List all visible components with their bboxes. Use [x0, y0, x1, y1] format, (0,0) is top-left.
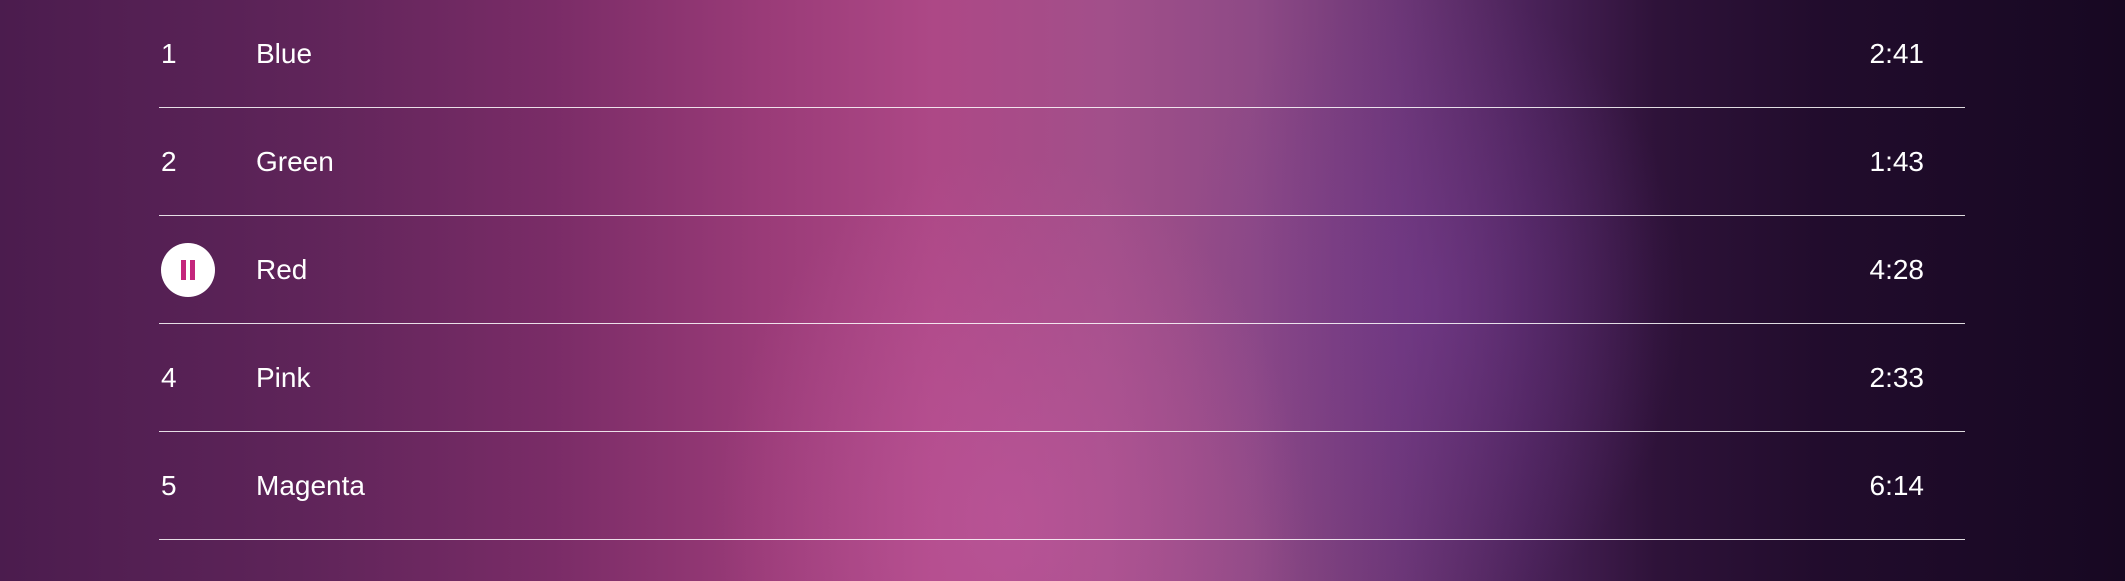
- track-row[interactable]: 5 Magenta 6:14: [159, 432, 1965, 540]
- track-number: 1: [161, 37, 177, 69]
- track-title: Magenta: [256, 469, 365, 501]
- track-duration: 1:43: [1869, 145, 1925, 177]
- track-row-playing[interactable]: Red 4:28: [159, 216, 1965, 324]
- track-row[interactable]: 4 Pink 2:33: [159, 324, 1965, 432]
- track-duration: 2:41: [1869, 37, 1925, 69]
- pause-icon: [181, 259, 195, 280]
- track-title: Red: [256, 253, 308, 285]
- track-number: 5: [161, 469, 177, 501]
- track-title: Pink: [256, 361, 311, 393]
- track-row[interactable]: 1 Blue 2:41: [159, 0, 1965, 108]
- track-list: 1 Blue 2:41 2 Green 1:43 Red 4:28 4 Pink…: [159, 0, 1965, 540]
- track-duration: 2:33: [1869, 361, 1925, 393]
- track-duration: 6:14: [1869, 469, 1925, 501]
- track-duration: 4:28: [1869, 253, 1925, 285]
- track-number: 2: [161, 145, 177, 177]
- track-title: Blue: [256, 37, 313, 69]
- pause-button[interactable]: [161, 242, 215, 297]
- track-row[interactable]: 2 Green 1:43: [159, 108, 1965, 216]
- track-title: Green: [256, 145, 334, 177]
- track-number: 4: [161, 361, 177, 393]
